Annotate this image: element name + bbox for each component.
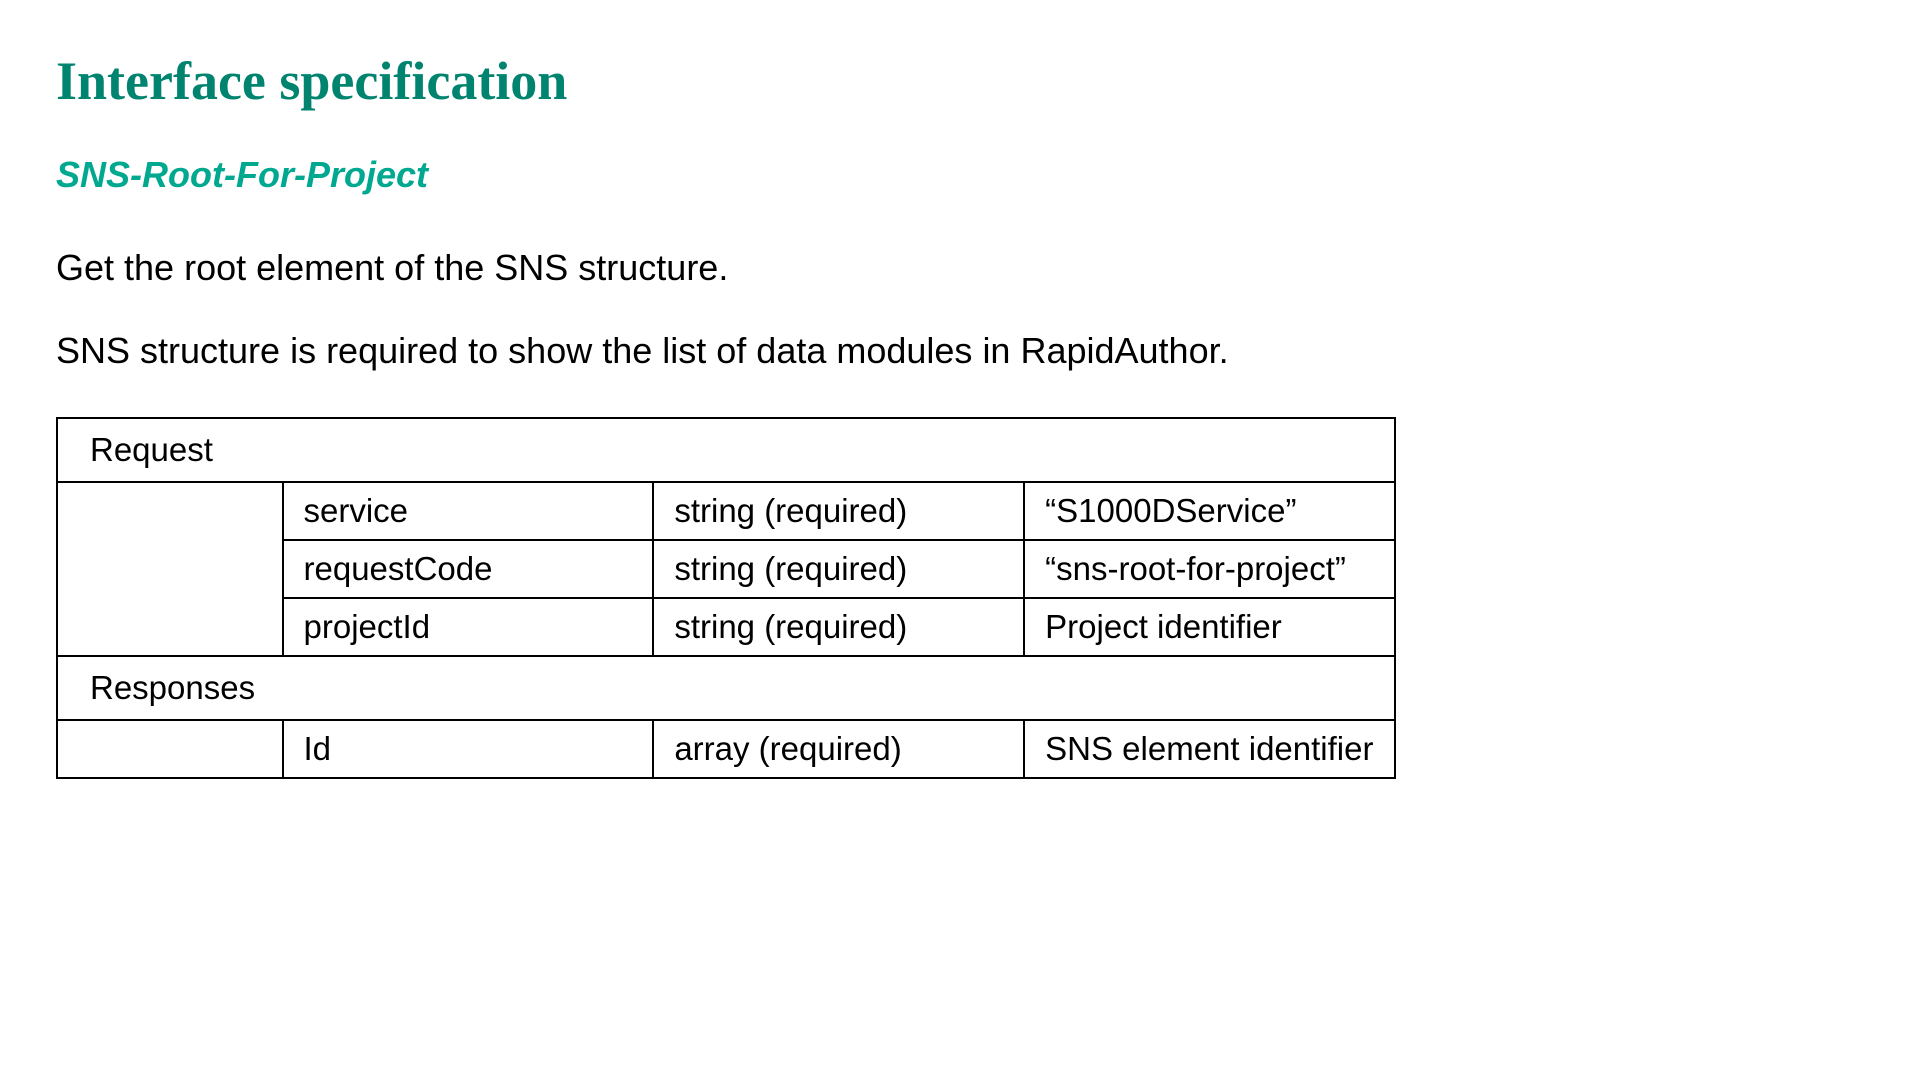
blank-cell (57, 540, 283, 598)
responses-label: Responses (57, 656, 1395, 720)
param-type: string (required) (653, 482, 1024, 540)
blank-cell (57, 482, 283, 540)
description-line-2: SNS structure is required to show the li… (56, 327, 1864, 376)
table-row: service string (required) “S1000DService… (57, 482, 1395, 540)
request-label: Request (57, 418, 1395, 482)
page-title: Interface specification (56, 50, 1864, 112)
responses-header-row: Responses (57, 656, 1395, 720)
param-type: string (required) (653, 540, 1024, 598)
table-row: requestCode string (required) “sns-root-… (57, 540, 1395, 598)
param-type: array (required) (653, 720, 1024, 778)
interface-name: SNS-Root-For-Project (56, 154, 1864, 196)
param-desc: “S1000DService” (1024, 482, 1395, 540)
request-header-row: Request (57, 418, 1395, 482)
param-name: Id (283, 720, 654, 778)
table-row: projectId string (required) Project iden… (57, 598, 1395, 656)
description-line-1: Get the root element of the SNS structur… (56, 244, 1864, 293)
param-name: requestCode (283, 540, 654, 598)
param-desc: SNS element identifier (1024, 720, 1395, 778)
param-name: projectId (283, 598, 654, 656)
blank-cell (57, 598, 283, 656)
table-row: Id array (required) SNS element identifi… (57, 720, 1395, 778)
param-desc: “sns-root-for-project” (1024, 540, 1395, 598)
param-desc: Project identifier (1024, 598, 1395, 656)
param-type: string (required) (653, 598, 1024, 656)
spec-table: Request service string (required) “S1000… (56, 417, 1396, 779)
blank-cell (57, 720, 283, 778)
param-name: service (283, 482, 654, 540)
